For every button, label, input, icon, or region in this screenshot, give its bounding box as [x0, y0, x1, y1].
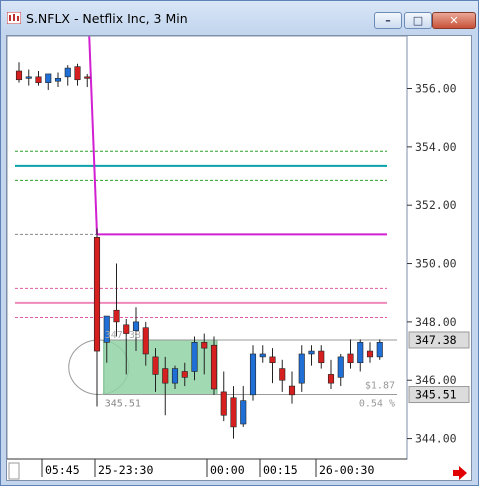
scroll-left-box[interactable]: [8, 462, 20, 480]
x-tick-label: 26-00:30: [319, 463, 374, 477]
maximize-button[interactable]: □: [404, 12, 432, 29]
candle-body: [220, 391, 227, 416]
scroll-right-arrow-icon[interactable]: [453, 466, 467, 480]
plot-border: [6, 35, 408, 460]
candle-body: [366, 350, 374, 358]
candle-body: [279, 368, 286, 381]
candle-body: [269, 356, 276, 364]
candle-body: [376, 342, 383, 358]
x-tick-label: 00:15: [263, 463, 298, 477]
candle-body: [142, 327, 149, 355]
y-tick-label: 348.00: [415, 315, 457, 329]
price-tag-label: 345.51: [415, 388, 457, 402]
candle-body: [35, 76, 42, 83]
candle-body: [113, 309, 120, 323]
candle-body: [54, 77, 62, 82]
candle-body: [201, 342, 208, 349]
maximize-icon: □: [412, 14, 424, 27]
candle-body: [152, 356, 159, 375]
y-tick-label: 352.00: [415, 198, 457, 212]
candle-body: [210, 344, 218, 390]
drop-line: [88, 30, 98, 235]
candle-body: [84, 76, 91, 79]
candle-body: [318, 350, 325, 364]
candle-body: [74, 66, 81, 81]
candle-body: [259, 353, 266, 358]
box-low-label: 345.51: [105, 399, 141, 410]
close-button[interactable]: ✕: [432, 12, 476, 29]
candle-body: [171, 368, 179, 384]
candle-body: [337, 356, 344, 378]
minimize-button[interactable]: –: [374, 12, 402, 29]
minimize-icon: –: [385, 14, 391, 27]
close-icon: ✕: [449, 14, 459, 27]
y-tick-label: 354.00: [415, 140, 457, 154]
x-tick-label: 05:45: [45, 463, 80, 477]
box-range-label: $1.87: [365, 381, 395, 392]
y-tick-label: 356.00: [415, 82, 457, 96]
candle-body: [357, 342, 364, 364]
y-tick-label: 344.00: [415, 432, 457, 446]
candle-body: [230, 397, 237, 428]
candle-body: [347, 353, 354, 364]
candle-body: [162, 368, 169, 384]
title-bar[interactable]: S.NFLX - Netflix Inc, 3 Min – □ ✕: [1, 1, 478, 35]
app-icon: [7, 12, 21, 24]
candle-body: [191, 342, 198, 372]
candle-body: [308, 350, 315, 355]
x-tick-label: 00:00: [210, 463, 245, 477]
box-high-label: 347.38: [105, 330, 141, 341]
chart-window: S.NFLX - Netflix Inc, 3 Min – □ ✕ 356.00…: [0, 0, 479, 486]
candle-body: [288, 385, 296, 396]
candle-body: [249, 353, 257, 396]
candle-body: [298, 353, 305, 384]
candle-body: [327, 374, 335, 384]
candle-body: [181, 371, 188, 378]
candle-body: [45, 73, 52, 83]
box-percent-label: 0.54 %: [359, 399, 395, 410]
range-box: [103, 339, 218, 396]
candlestick-chart[interactable]: 356.00 354.00 352.00 350.00 348.00 346.00 344.…: [6, 30, 471, 480]
x-tick-label: 25-23:30: [98, 463, 153, 477]
chart-area[interactable]: 356.00 354.00 352.00 350.00 348.00 346.00 344.…: [6, 30, 472, 481]
y-tick-label: 346.00: [415, 373, 457, 387]
candle-body: [240, 400, 247, 425]
candle-body: [15, 70, 23, 81]
candle-body: [25, 76, 32, 79]
y-tick-label: 350.00: [415, 257, 457, 271]
candle-body: [93, 236, 101, 352]
candle-body: [64, 67, 71, 78]
price-tag-label: 347.38: [415, 333, 457, 347]
window-title: S.NFLX - Netflix Inc, 3 Min: [26, 11, 188, 26]
